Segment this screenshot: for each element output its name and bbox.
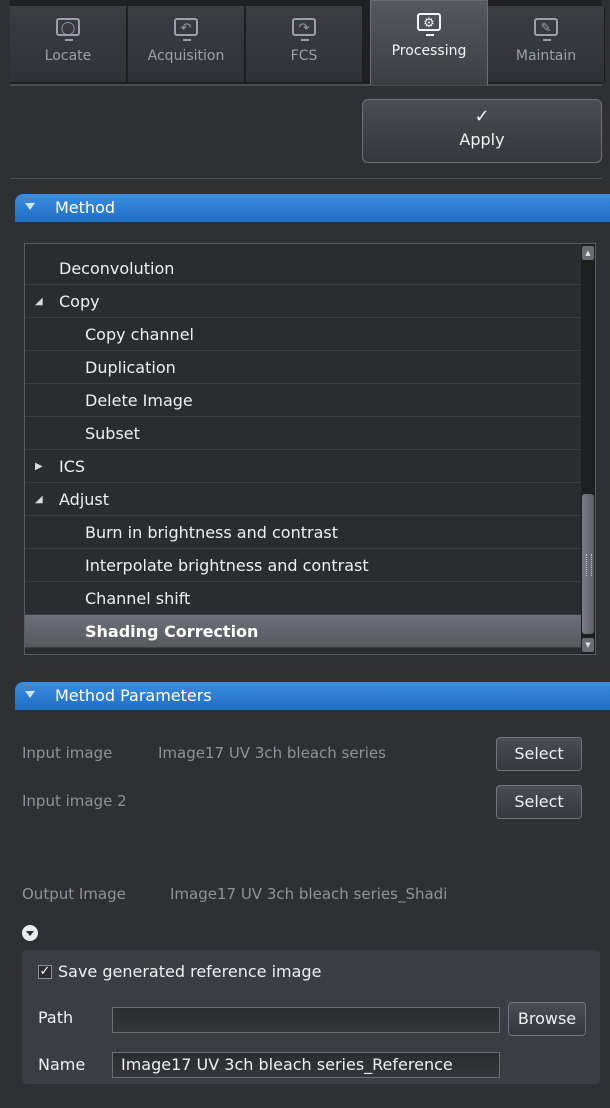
tab-acquisition[interactable]: ↶ Acquisition — [128, 6, 245, 82]
list-item-label: Interpolate brightness and contrast — [85, 556, 369, 575]
scroll-thumb[interactable] — [582, 494, 594, 634]
list-item-label: Copy — [59, 292, 100, 311]
acquisition-icon: ↶ — [170, 16, 202, 44]
apply-label: Apply — [459, 130, 505, 149]
list-item-subset[interactable]: Subset — [25, 417, 581, 450]
input-image-value: Image17 UV 3ch bleach series — [158, 744, 386, 762]
collapsed-arrow-icon[interactable]: ▶ — [35, 450, 43, 483]
list-item-shading-correction[interactable]: Shading Correction — [25, 615, 581, 648]
list-item-label: Copy channel — [85, 325, 194, 344]
tab-fcs[interactable]: ↷ FCS — [246, 6, 363, 82]
collapse-triangle-icon — [25, 203, 35, 210]
section-title: Method — [55, 198, 116, 217]
section-title: Method Parameters — [55, 686, 212, 705]
apply-button[interactable]: ✓ Apply — [362, 99, 602, 163]
tab-bar: ◯ Locate ↶ Acquisition ↷ FCS ⚙ Processin… — [10, 0, 605, 86]
input-image2-label: Input image 2 — [22, 792, 127, 810]
checkmark-icon: ✓ — [474, 106, 490, 127]
list-item-burn-in[interactable]: Burn in brightness and contrast — [25, 516, 581, 549]
list-item-copy-channel[interactable]: Copy channel — [25, 318, 581, 351]
input-image2-select-button[interactable]: Select — [496, 785, 582, 819]
save-reference-checkbox[interactable]: ✓ — [38, 965, 52, 979]
method-parameters-header[interactable]: Method Parameters — [15, 682, 610, 710]
grip-icon — [586, 554, 592, 576]
collapse-triangle-icon — [25, 691, 35, 698]
list-item-label: Burn in brightness and contrast — [85, 523, 338, 542]
list-item-adjust[interactable]: ◢ Adjust — [25, 483, 581, 516]
tab-processing[interactable]: ⚙ Processing — [370, 0, 488, 85]
method-list[interactable]: Deconvolution ◢ Copy Copy channel Duplic… — [24, 243, 596, 655]
list-item-deconvolution[interactable]: Deconvolution — [25, 252, 581, 285]
tab-label: FCS — [290, 48, 318, 64]
tab-maintain[interactable]: ✎ Maintain — [488, 6, 605, 82]
list-item-label: Subset — [85, 424, 140, 443]
browse-button[interactable]: Browse — [508, 1002, 586, 1036]
tab-label: Processing — [391, 43, 467, 59]
processing-gear-icon: ⚙ — [413, 11, 445, 39]
input-image-select-button[interactable]: Select — [496, 737, 582, 771]
list-scrollbar[interactable]: ▲ ▼ — [581, 244, 595, 654]
list-item-label: ICS — [59, 457, 86, 476]
expanded-arrow-icon[interactable]: ◢ — [35, 285, 43, 318]
list-item-label: Duplication — [85, 358, 176, 377]
expand-options-icon[interactable] — [22, 925, 38, 941]
list-item-label: Adjust — [59, 490, 110, 509]
processing-panel: ◯ Locate ↶ Acquisition ↷ FCS ⚙ Processin… — [0, 0, 610, 1108]
list-item-label: Channel shift — [85, 589, 191, 608]
fcs-icon: ↷ — [288, 16, 320, 44]
tab-label: Acquisition — [147, 48, 225, 64]
method-section-header[interactable]: Method — [15, 194, 610, 222]
output-image-label: Output Image — [22, 885, 126, 903]
name-field[interactable]: Image17 UV 3ch bleach series_Reference — [112, 1052, 500, 1078]
expanded-arrow-icon[interactable]: ◢ — [35, 483, 43, 516]
path-label: Path — [38, 1008, 74, 1027]
list-item-copy[interactable]: ◢ Copy — [25, 285, 581, 318]
list-item-duplication[interactable]: Duplication — [25, 351, 581, 384]
output-image-value: Image17 UV 3ch bleach series_Shadi — [170, 885, 448, 903]
tab-locate[interactable]: ◯ Locate — [10, 6, 127, 82]
list-item-label: Shading Correction — [85, 622, 259, 641]
scroll-down-arrow-icon[interactable]: ▼ — [582, 638, 594, 652]
tab-label: Maintain — [515, 48, 577, 64]
maintain-icon: ✎ — [530, 16, 562, 44]
scroll-up-arrow-icon[interactable]: ▲ — [582, 246, 594, 260]
name-label: Name — [38, 1055, 86, 1074]
list-item-label: Deconvolution — [59, 259, 175, 278]
list-item-interpolate[interactable]: Interpolate brightness and contrast — [25, 549, 581, 582]
list-item-ics[interactable]: ▶ ICS — [25, 450, 581, 483]
save-reference-label: Save generated reference image — [58, 962, 322, 981]
tab-label: Locate — [44, 48, 92, 64]
divider — [10, 178, 602, 179]
path-field[interactable] — [112, 1007, 500, 1033]
locate-icon: ◯ — [52, 16, 84, 44]
input-image-label: Input image — [22, 744, 113, 762]
list-item-label: Delete Image — [85, 391, 193, 410]
list-item-channel-shift[interactable]: Channel shift — [25, 582, 581, 615]
list-item-delete-image[interactable]: Delete Image — [25, 384, 581, 417]
